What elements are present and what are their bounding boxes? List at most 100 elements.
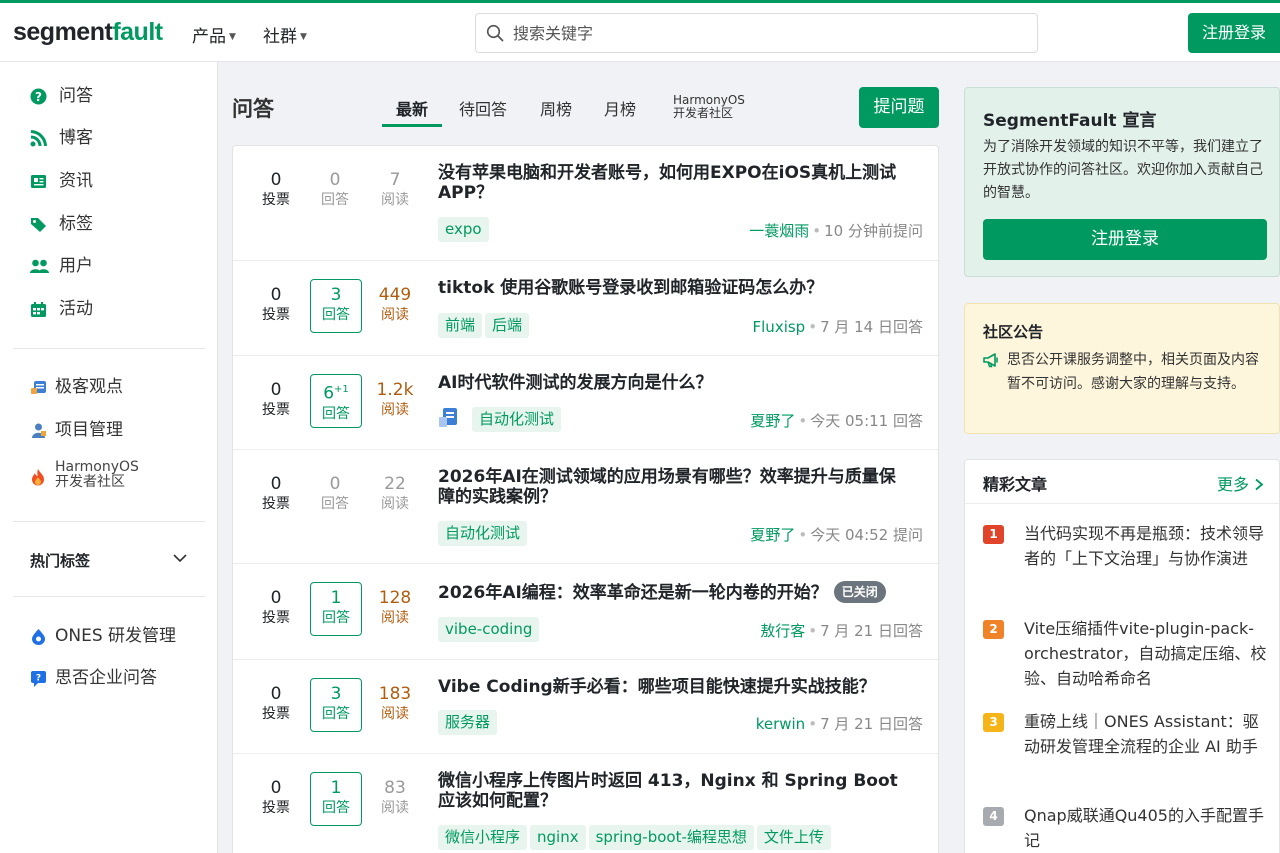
question-tags: 服务器 xyxy=(438,710,500,735)
segmentfault-logo[interactable]: segmentfault xyxy=(13,18,163,47)
question-list: 0 投票 0 回答 7 阅读 没有苹果电脑和开发者账号，如何用EXPO在iOS真机上测… xyxy=(232,145,939,853)
user-avatar-icon[interactable] xyxy=(438,406,460,428)
tag[interactable]: nginx xyxy=(530,825,586,850)
tag[interactable]: vibe-coding xyxy=(438,617,540,642)
author-link[interactable]: 敖行客 xyxy=(760,622,805,640)
tab-unanswered[interactable]: 待回答 xyxy=(459,96,507,120)
vote-count: 0 投票 xyxy=(262,684,290,722)
tag[interactable]: 前端 xyxy=(438,313,483,338)
answer-count: 6+1 回答 xyxy=(310,374,362,428)
article-title[interactable]: Qnap威联通Qu405的入手配置手记 xyxy=(1024,803,1269,853)
ones-icon xyxy=(32,629,45,645)
rank-badge: 2 xyxy=(983,620,1004,639)
question-time: 7 月 21 日回答 xyxy=(820,715,923,733)
question-title[interactable]: AI时代软件测试的发展方向是什么？ xyxy=(438,373,908,393)
view-count: 7 阅读 xyxy=(381,170,409,208)
sidebar-item-label: ONES 研发管理 xyxy=(55,626,177,646)
tab-harmonyos[interactable]: HarmonyOS 开发者社区 xyxy=(673,94,745,120)
question-time: 10 分钟前提问 xyxy=(824,222,923,240)
question-meta: kerwin • 7 月 21 日回答 xyxy=(755,715,923,733)
sidebar-item-label: 博客 xyxy=(59,128,93,148)
tab-monthly[interactable]: 月榜 xyxy=(604,96,636,120)
rank-badge: 4 xyxy=(983,807,1004,826)
question-row: 0 投票 1 回答 83 阅读 微信小程序上传图片时返回 413，Nginx 和 Sp… xyxy=(233,754,938,853)
nav-products-dropdown[interactable]: 产品 ▼ xyxy=(192,22,236,47)
question-title[interactable]: Vibe Coding新手必看：哪些项目能快速提升实战技能？ xyxy=(438,677,908,697)
author-link[interactable]: Fluxisp xyxy=(753,318,806,336)
nav-products-label: 产品 xyxy=(192,27,226,47)
author-link[interactable]: 夏野了 xyxy=(750,412,795,430)
project-icon xyxy=(32,423,46,438)
tag[interactable]: 自动化测试 xyxy=(438,521,528,546)
question-row: 0 投票 3 回答 449 阅读 tiktok 使用谷歌账号登录收到邮箱验证码怎么办？… xyxy=(233,261,938,356)
users-icon xyxy=(30,259,49,273)
manifesto-title: SegmentFault 宣言 xyxy=(983,111,1157,131)
fire-icon xyxy=(32,469,44,486)
question-meta: 夏野了 • 今天 05:11 回答 xyxy=(750,412,923,430)
more-articles-link[interactable]: 更多 xyxy=(1217,471,1264,495)
question-row: 0 投票 0 回答 7 阅读 没有苹果电脑和开发者账号，如何用EXPO在iOS真机上测… xyxy=(233,146,938,261)
announcement-title: 社区公告 xyxy=(983,323,1044,341)
question-time: 7 月 21 日回答 xyxy=(820,622,923,640)
question-row: 0 投票 1 回答 128 阅读 2026年AI编程：效率革命还是新一轮内卷的开始？已… xyxy=(233,564,938,660)
register-login-button[interactable]: 注册登录 xyxy=(1188,13,1280,53)
tag[interactable]: 后端 xyxy=(485,313,530,338)
hot-tags-toggle[interactable]: 热门标签 xyxy=(30,550,90,571)
chevron-down-icon[interactable] xyxy=(172,550,188,566)
sidebar-divider xyxy=(13,596,205,597)
tag[interactable]: 自动化测试 xyxy=(472,407,562,432)
harmonyos-line1: HarmonyOS xyxy=(55,459,139,475)
top-navbar: segmentfault 产品▼ 社群▼ 注册登录 xyxy=(0,0,1280,62)
vote-count: 0 投票 xyxy=(262,588,290,626)
question-row: 0 投票 0 回答 22 阅读 2026年AI在测试领域的应用场景有哪些？效率提升与质… xyxy=(233,450,938,564)
nav-community-label: 社群 xyxy=(263,27,297,47)
tag[interactable]: 微信小程序 xyxy=(438,825,528,850)
tag[interactable]: expo xyxy=(438,217,489,242)
sidebar-item-label: 思否企业问答 xyxy=(55,668,157,688)
calendar-icon xyxy=(31,302,46,317)
tab-latest[interactable]: 最新 xyxy=(396,96,428,120)
answer-count: 1 回答 xyxy=(310,582,362,636)
question-title[interactable]: 2026年AI在测试领域的应用场景有哪些？效率提升与质量保障的实践案例？ xyxy=(438,467,908,507)
sidebar-item-label: 项目管理 xyxy=(55,420,123,440)
question-tags: vibe-coding xyxy=(438,617,542,642)
tag[interactable]: 服务器 xyxy=(438,710,498,735)
author-link[interactable]: 夏野了 xyxy=(750,526,795,544)
manifesto-card: SegmentFault 宣言 为了消除开发领域的知识不平等，我们建立了开放式协… xyxy=(964,87,1280,277)
question-title[interactable]: tiktok 使用谷歌账号登录收到邮箱验证码怎么办？ xyxy=(438,278,908,298)
question-tags: 微信小程序 nginx spring-boot-编程思想 文件上传 xyxy=(438,825,834,850)
rank-badge: 1 xyxy=(983,525,1004,544)
tag[interactable]: spring-boot-编程思想 xyxy=(588,825,754,850)
sidebar-item-label: 问答 xyxy=(59,86,93,106)
sidebar-item-label: 极客观点 xyxy=(55,377,123,397)
view-count: 449 阅读 xyxy=(378,285,412,323)
tag[interactable]: 文件上传 xyxy=(756,825,831,850)
question-title[interactable]: 2026年AI编程：效率革命还是新一轮内卷的开始？ 已关闭 xyxy=(438,581,908,603)
megaphone-icon xyxy=(983,353,998,368)
article-title[interactable]: 当代码实现不再是瓶颈：技术领导者的「上下文治理」与协作演进 xyxy=(1024,521,1269,571)
sidebar-divider xyxy=(13,521,205,522)
search-input[interactable] xyxy=(513,20,1023,46)
register-login-button[interactable]: 注册登录 xyxy=(983,219,1267,260)
question-title[interactable]: 没有苹果电脑和开发者账号，如何用EXPO在iOS真机上测试APP？ xyxy=(438,163,908,203)
author-link[interactable]: 一蓑烟雨 xyxy=(749,222,809,240)
tab-weekly[interactable]: 周榜 xyxy=(540,96,572,120)
ask-question-button[interactable]: 提问题 xyxy=(859,87,939,128)
article-title[interactable]: Vite压缩插件vite-plugin-pack-orchestrator，自动… xyxy=(1024,616,1269,691)
question-title[interactable]: 微信小程序上传图片时返回 413，Nginx 和 Spring Boot 应该如… xyxy=(438,771,908,811)
search-box[interactable] xyxy=(475,13,1038,53)
article-title[interactable]: 重磅上线｜ONES Assistant：驱动研发管理全流程的企业 AI 助手 xyxy=(1024,709,1269,759)
answer-count: 3 回答 xyxy=(310,279,362,333)
featured-articles-title: 精彩文章 xyxy=(983,475,1048,494)
question-meta: 敖行客 • 7 月 21 日回答 xyxy=(760,622,923,640)
manifesto-text: 为了消除开发领域的知识不平等，我们建立了开放式协作的问答社区。欢迎你加入贡献自己… xyxy=(983,139,1263,201)
left-sidebar: ? 问答 博客 资讯 标签 用户 活动 极客观点 项目管理 HarmonyOS 开… xyxy=(0,62,218,853)
author-link[interactable]: kerwin xyxy=(756,715,806,733)
rss-icon xyxy=(30,130,47,147)
answer-count: 3 回答 xyxy=(310,678,362,732)
geek-icon xyxy=(31,381,46,394)
search-icon xyxy=(486,24,504,42)
nav-community-dropdown[interactable]: 社群 ▼ xyxy=(263,22,307,47)
sidebar-item-label: 用户 xyxy=(59,256,93,276)
caret-down-icon: ▼ xyxy=(300,32,307,42)
